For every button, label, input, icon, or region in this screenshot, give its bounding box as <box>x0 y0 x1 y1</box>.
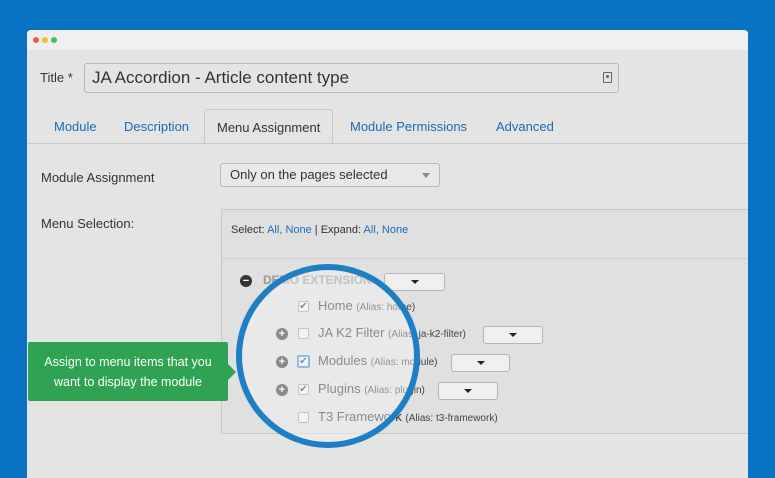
title-input[interactable]: JA Accordion - Article content type <box>84 63 619 93</box>
tab-module[interactable]: Module <box>54 119 97 135</box>
maximize-window-dot[interactable] <box>51 37 57 43</box>
assignment-tooltip: Assign to menu items that you want to di… <box>28 342 236 401</box>
tooltip-line-1: Assign to menu items that you <box>44 355 212 369</box>
select-expand-bar: Select: All, None | Expand: All, None <box>231 224 408 236</box>
magnifier-lens <box>236 264 420 448</box>
select-none-link[interactable]: None <box>285 224 311 236</box>
modules-dropdown[interactable] <box>451 354 510 372</box>
tab-module-permissions[interactable]: Module Permissions <box>350 119 467 135</box>
menu-selection-label: Menu Selection: <box>41 216 135 231</box>
tabs-divider <box>27 143 748 144</box>
contact-card-icon <box>603 72 612 83</box>
caret-down-icon <box>509 333 517 337</box>
tab-menu-assignment[interactable]: Menu Assignment <box>204 109 334 143</box>
close-window-dot[interactable] <box>33 37 39 43</box>
separator: | <box>314 224 318 236</box>
tab-description[interactable]: Description <box>124 119 189 135</box>
caret-down-icon <box>476 361 485 365</box>
title-label: Title * <box>40 70 73 85</box>
caret-down-icon <box>410 280 419 284</box>
title-value: JA Accordion - Article content type <box>92 68 350 87</box>
select-label: Select: <box>231 224 265 236</box>
caret-down-icon <box>464 389 472 393</box>
ja-k2-filter-dropdown[interactable] <box>483 326 543 344</box>
select-all-link[interactable]: All, <box>267 224 282 236</box>
tab-advanced[interactable]: Advanced <box>496 119 554 135</box>
group-dropdown[interactable] <box>384 273 445 291</box>
module-assignment-select[interactable]: Only on the pages selected <box>220 163 440 187</box>
expand-none-link[interactable]: None <box>382 224 408 236</box>
panel-divider <box>222 258 748 259</box>
module-assignment-label: Module Assignment <box>41 170 155 185</box>
window-titlebar <box>27 30 748 50</box>
module-assignment-value: Only on the pages selected <box>230 167 388 182</box>
collapse-icon[interactable]: − <box>240 275 252 287</box>
minimize-window-dot[interactable] <box>42 37 48 43</box>
tooltip-line-2: want to display the module <box>53 375 202 389</box>
expand-label: Expand: <box>320 224 362 236</box>
plugins-dropdown[interactable] <box>438 382 498 400</box>
chevron-down-icon <box>422 173 430 178</box>
expand-all-link[interactable]: All, <box>364 224 379 236</box>
